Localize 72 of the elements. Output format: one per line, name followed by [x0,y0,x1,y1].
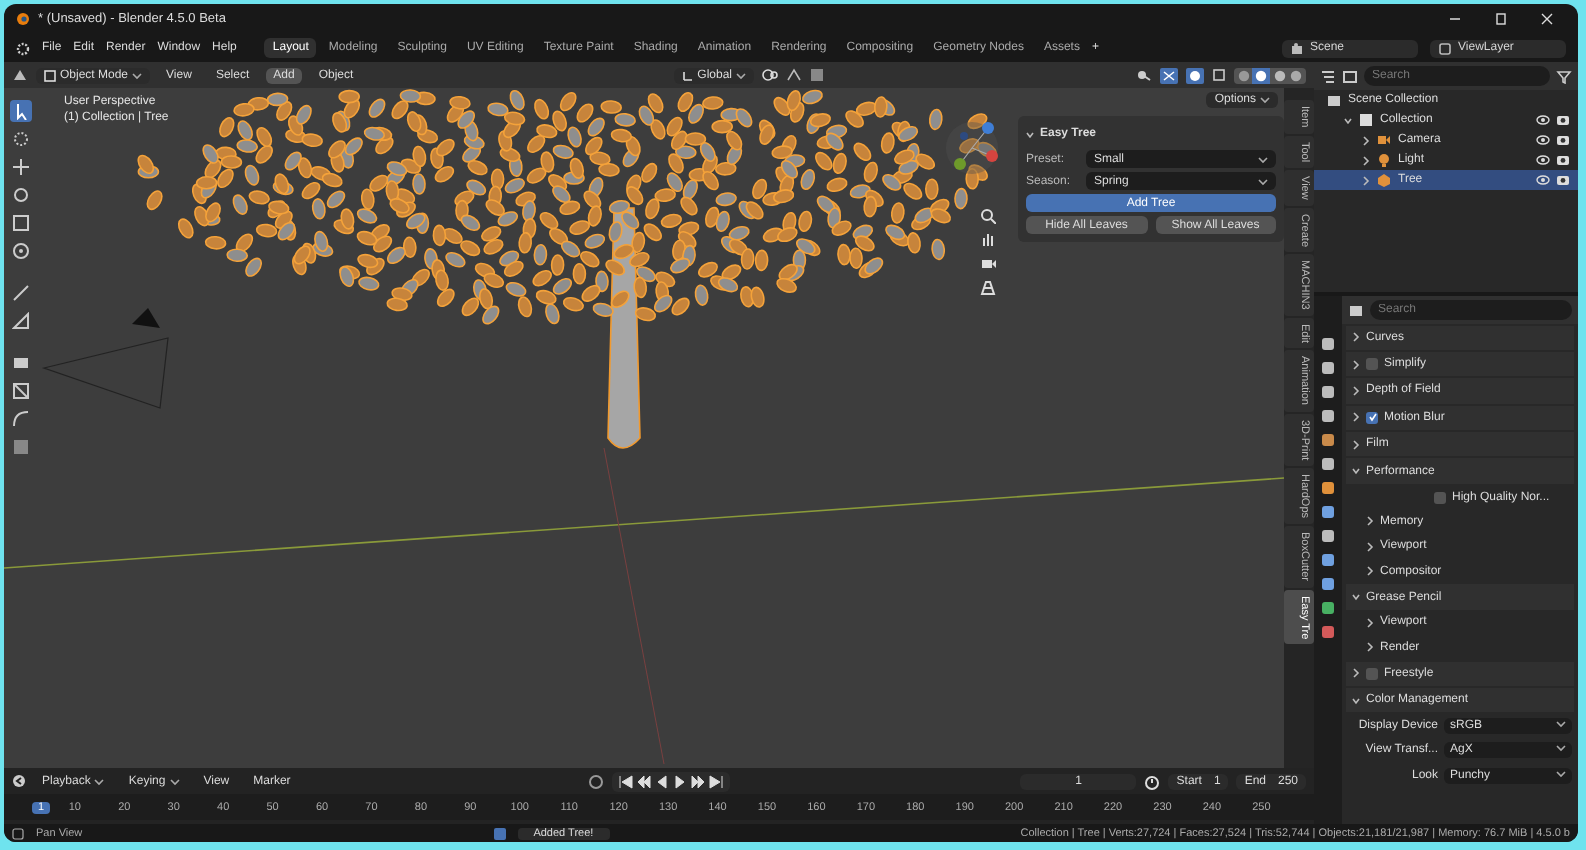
eye-icon[interactable] [1536,114,1550,126]
caret-icon [94,777,105,785]
mesh-icon [1376,172,1392,188]
camera-icon [1376,132,1392,148]
filter-mode-icon[interactable] [1342,69,1358,83]
caret-icon [132,71,143,79]
camera-icon[interactable] [1556,134,1570,146]
extrude-tool-icon[interactable] [12,382,30,400]
box-icon [1326,92,1342,108]
scale-tool-icon[interactable] [12,214,30,232]
bulb-icon [1376,152,1392,168]
transform-tool-icon[interactable] [12,242,30,260]
checkbox[interactable] [1366,667,1378,680]
move-tool-icon[interactable] [12,158,30,176]
info-icon [493,827,506,839]
play-reverse-icon[interactable] [654,773,671,789]
caret-icon [1260,96,1270,104]
maximize-icon[interactable] [1494,12,1508,26]
checkbox[interactable] [1366,411,1378,424]
mouse-icon [12,827,24,839]
xray-icon[interactable] [1212,68,1226,82]
app-logo-icon [16,12,30,26]
measure-tool-icon[interactable] [12,312,30,330]
record-icon[interactable] [588,773,605,789]
checkbox[interactable] [1434,491,1446,504]
eye-icon[interactable] [1536,154,1550,166]
gear-icon[interactable] [16,41,30,55]
check-icon [1367,412,1377,423]
cube-icon [44,69,56,81]
filter-icon[interactable] [1556,69,1572,83]
jump-end-icon[interactable] [708,773,725,789]
shading-mode-buttons[interactable] [1234,67,1306,83]
editor-type-icon[interactable] [1348,303,1364,317]
display-mode-icon[interactable] [1320,69,1336,83]
camera-icon[interactable] [980,256,996,272]
stopwatch-icon[interactable] [1144,773,1161,789]
select-tool-icon[interactable] [12,102,30,120]
annotate-tool-icon[interactable] [12,284,30,302]
camera-drawing [41,308,169,409]
eye-icon[interactable] [1536,134,1550,146]
camera-icon[interactable] [1556,114,1570,126]
eye-icon[interactable] [1536,174,1550,186]
checkbox[interactable] [1366,358,1378,371]
snap-icon[interactable] [786,68,802,82]
minimize-icon[interactable] [1448,12,1462,26]
axis-icon [681,69,694,81]
caret-icon [1556,720,1566,729]
gizmo-toggle-icon[interactable] [1160,67,1178,83]
camera-icon[interactable] [1556,174,1570,186]
caret-icon [1556,769,1566,778]
layers-icon [1438,41,1452,55]
rotate-tool-icon[interactable] [12,186,30,204]
caret-icon [1556,744,1566,753]
add-cube-tool-icon[interactable] [12,354,30,372]
camera-icon[interactable] [1556,154,1570,166]
curve-tool-icon[interactable] [12,410,30,428]
overlay-toggle-icon[interactable] [1186,67,1204,83]
close-icon[interactable] [1540,12,1554,26]
jump-start-icon[interactable] [618,773,635,789]
box-icon [1358,112,1374,128]
editor-type-icon[interactable] [12,68,28,82]
play-icon[interactable] [672,773,689,789]
caret-icon [1258,177,1268,185]
next-keyframe-icon[interactable] [690,773,707,789]
zoom-icon[interactable] [980,208,996,224]
pivot-icon[interactable] [762,68,778,82]
scene-icon [1290,41,1304,55]
caret-icon [169,777,180,785]
caret-icon [1258,155,1268,163]
caret-icon [736,71,746,79]
prev-keyframe-icon[interactable] [636,773,653,789]
cursor-tool-icon[interactable] [12,130,30,148]
